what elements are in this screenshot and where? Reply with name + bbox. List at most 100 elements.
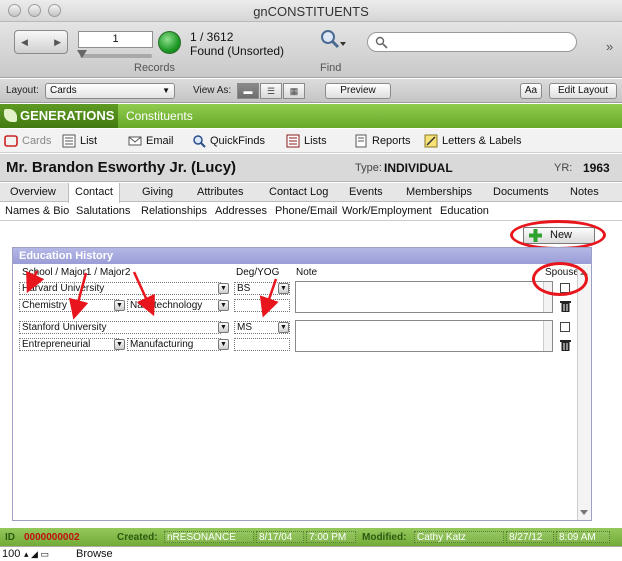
subtab-addresses[interactable]: Addresses <box>215 205 267 217</box>
found-set-pie-icon <box>158 31 181 54</box>
subtab-relationships[interactable]: Relationships <box>141 205 207 217</box>
contact-subtabs: Names & Bio Salutations Relationships Ad… <box>0 203 622 221</box>
letters-icon <box>424 134 438 148</box>
nav-cards-label: Cards <box>22 135 52 147</box>
record-navigator-book-icon[interactable]: ◀ ▶ <box>14 30 68 54</box>
layout-bar: Layout: Cards ▼ View As: ▬ ☰ ▦ Preview A… <box>0 79 622 103</box>
find-magnifier-icon[interactable] <box>318 28 346 52</box>
nav-letters-labels[interactable]: Letters & Labels <box>424 133 522 149</box>
nav-quickfinds-label: QuickFinds <box>210 135 266 147</box>
toolbar-overflow-icon[interactable]: » <box>606 39 613 54</box>
generations-logo[interactable]: GENERATIONS <box>0 104 118 128</box>
modified-by-field: Cathy Katz <box>414 531 504 543</box>
created-time-field: 7:00 PM <box>306 531 356 543</box>
view-as-label: View As: <box>193 85 232 96</box>
next-record-icon[interactable]: ▶ <box>54 37 61 48</box>
tab-overview[interactable]: Overview <box>4 183 62 202</box>
window-titlebar: gnCONSTITUENTS <box>0 0 622 22</box>
arrow-major2 <box>132 271 155 317</box>
type-label: Type: <box>355 162 382 174</box>
previous-record-icon[interactable]: ◀ <box>21 37 28 48</box>
arrow-major1 <box>68 272 89 320</box>
tab-documents[interactable]: Documents <box>487 183 555 202</box>
preview-button[interactable]: Preview <box>325 83 391 99</box>
tab-giving[interactable]: Giving <box>136 183 179 202</box>
form-view-icon[interactable]: ▬ <box>237 83 259 99</box>
created-by-field: nRESONANCE <box>164 531 254 543</box>
record-slider[interactable] <box>77 50 152 58</box>
yr-value: 1963 <box>583 161 610 175</box>
modified-time-field: 8:09 AM <box>556 531 610 543</box>
nav-reports-label: Reports <box>372 135 411 147</box>
brand-name: GENERATIONS <box>20 108 115 123</box>
annotation-arrows <box>26 270 279 320</box>
nav-list[interactable]: List <box>62 133 97 149</box>
modified-date-field: 8/27/12 <box>506 531 554 543</box>
yr-label: YR: <box>554 162 573 174</box>
text-format-button[interactable]: Aa <box>520 83 542 99</box>
nav-cards[interactable]: Cards <box>4 133 51 149</box>
tab-contact-log[interactable]: Contact Log <box>263 183 334 202</box>
arrow-school <box>26 270 45 294</box>
nav-lists[interactable]: Lists <box>286 133 327 149</box>
email-icon <box>128 136 142 146</box>
tab-events[interactable]: Events <box>343 183 389 202</box>
layout-label: Layout: <box>6 85 39 96</box>
nav-email-label: Email <box>146 135 174 147</box>
tab-attributes[interactable]: Attributes <box>191 183 249 202</box>
current-record-input[interactable]: 1 <box>78 31 153 48</box>
constituent-header: Mr. Brandon Esworthy Jr. (Lucy) Type: IN… <box>0 154 622 182</box>
list-icon <box>62 134 76 148</box>
module-nav: Cards List Email QuickFinds Lists Report… <box>0 129 622 153</box>
nav-letters-label: Letters & Labels <box>442 135 522 147</box>
chevron-down-icon: ▼ <box>162 86 170 95</box>
window-title: gnCONSTITUENTS <box>253 4 369 19</box>
status-bar: 100 ▴ ◢ ▭ Browse <box>0 546 622 561</box>
record-count: 1 / 3612 <box>190 30 234 44</box>
reports-icon <box>355 134 367 148</box>
id-value: 0000000002 <box>24 532 80 543</box>
edit-layout-button[interactable]: Edit Layout <box>549 83 617 99</box>
tab-memberships[interactable]: Memberships <box>400 183 478 202</box>
zoom-controls-icon[interactable]: ▴ ◢ ▭ <box>24 549 49 560</box>
find-caption: Find <box>320 62 342 74</box>
nav-email[interactable]: Email <box>128 133 174 149</box>
tab-contact[interactable]: Contact <box>68 183 120 203</box>
magnifier-icon <box>193 135 206 148</box>
status-toolbar: ◀ ▶ 1 1 / 3612 Found (Unsorted) Records … <box>0 22 622 78</box>
subtab-names-bio[interactable]: Names & Bio <box>5 205 69 217</box>
created-date-field: 8/17/04 <box>256 531 304 543</box>
section-breadcrumb[interactable]: Constituents <box>126 104 193 128</box>
records-caption: Records <box>134 62 175 74</box>
app-header: GENERATIONS Constituents <box>0 104 622 128</box>
mode-indicator: Browse <box>76 548 113 560</box>
zoom-level[interactable]: 100 <box>2 548 20 560</box>
subtab-salutations[interactable]: Salutations <box>76 205 130 217</box>
id-label: ID <box>5 532 15 543</box>
layout-select-value: Cards <box>50 85 77 96</box>
layout-select[interactable]: Cards ▼ <box>45 83 175 99</box>
type-value: INDIVIDUAL <box>384 161 453 175</box>
list-view-icon[interactable]: ☰ <box>260 83 282 99</box>
arrow-degree <box>259 278 279 318</box>
nav-reports[interactable]: Reports <box>354 133 411 149</box>
lists-icon <box>286 134 300 148</box>
subtab-education[interactable]: Education <box>440 205 489 217</box>
education-content: New Education History School / Major1 / … <box>0 220 622 528</box>
record-footer: ID 0000000002 Created: nRESONANCE 8/17/0… <box>0 528 622 546</box>
created-label: Created: <box>117 532 158 543</box>
modified-label: Modified: <box>362 532 407 543</box>
tab-notes[interactable]: Notes <box>564 183 605 202</box>
quick-find-search-input[interactable] <box>367 32 577 52</box>
subtab-phone-email[interactable]: Phone/Email <box>275 205 337 217</box>
nav-lists-label: Lists <box>304 135 327 147</box>
subtab-work-employment[interactable]: Work/Employment <box>342 205 432 217</box>
table-view-icon[interactable]: ▦ <box>283 83 305 99</box>
leaf-logo-icon <box>4 109 17 122</box>
cards-icon <box>4 135 18 147</box>
nav-quickfinds[interactable]: QuickFinds <box>192 133 265 149</box>
main-tabs: Overview Contact Giving Attributes Conta… <box>0 183 622 203</box>
found-status: Found (Unsorted) <box>190 44 285 58</box>
constituent-name[interactable]: Mr. Brandon Esworthy Jr. (Lucy) <box>6 159 236 176</box>
nav-list-label: List <box>80 135 98 147</box>
